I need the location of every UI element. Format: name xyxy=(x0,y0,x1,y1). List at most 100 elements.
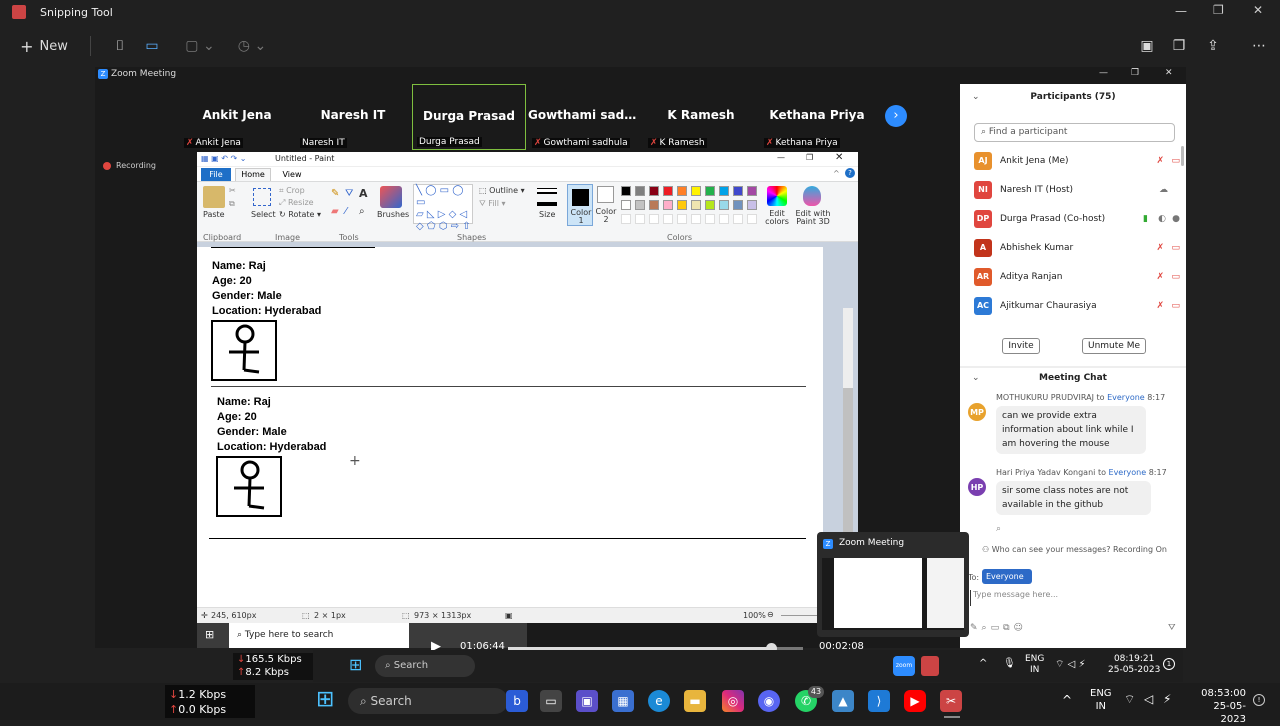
share-icon[interactable]: ⇪ xyxy=(1202,34,1224,58)
video-tile[interactable]: Ankit Jena ✗ Ankit Jena xyxy=(180,84,294,150)
color-swatch[interactable] xyxy=(733,186,743,196)
color-swatch[interactable] xyxy=(691,186,701,196)
unmute-me-button[interactable]: Unmute Me xyxy=(1082,338,1146,354)
ribbon-collapse-icon[interactable]: ^ xyxy=(833,169,840,178)
fill-icon[interactable]: ⛛ xyxy=(345,188,353,199)
edge-icon[interactable]: e xyxy=(648,690,670,712)
recorded-clock[interactable]: 08:19:21 25-05-2023 xyxy=(1108,654,1160,676)
color-swatch[interactable] xyxy=(621,200,631,210)
edit-colors-button[interactable]: Edit colors xyxy=(763,210,791,226)
paste-button[interactable]: Paste xyxy=(203,210,225,219)
paint-quick-access[interactable]: ▦ ▣ ↶ ↷ ⌄ xyxy=(201,154,246,163)
file-menu[interactable]: File xyxy=(201,168,231,181)
empty-color-swatch[interactable] xyxy=(705,214,715,224)
color-swatch[interactable] xyxy=(649,200,659,210)
system-tray-icons[interactable]: ⌔ ◁ ⚡ xyxy=(1055,658,1085,671)
camera-icon[interactable]: ⌷ xyxy=(108,34,132,58)
empty-color-swatch[interactable] xyxy=(719,214,729,224)
snipping-tool-app-icon[interactable]: ✂ xyxy=(940,690,962,712)
windows-start-icon[interactable]: ⊞ xyxy=(349,655,362,674)
video-tile[interactable]: Gowthami sadh... ✗ Gowthami sadhula xyxy=(528,84,642,150)
copy-icon[interactable]: ❐ xyxy=(1168,34,1190,58)
paint-canvas[interactable]: Name: Raj Age: 20 Gender: Male Location:… xyxy=(197,247,827,607)
widgets-icon[interactable]: b xyxy=(506,690,528,712)
color-swatch[interactable] xyxy=(677,186,687,196)
help-icon[interactable]: ? xyxy=(845,168,855,178)
save-icon[interactable]: ▣ xyxy=(1136,34,1158,58)
size-icon[interactable] xyxy=(537,188,557,206)
vscode-icon[interactable]: ⟩ xyxy=(868,690,890,712)
select-icon[interactable] xyxy=(253,188,271,206)
next-page-icon[interactable]: › xyxy=(885,105,907,127)
empty-color-swatch[interactable] xyxy=(747,214,757,224)
zoom-minimize-icon[interactable]: — xyxy=(1099,68,1108,78)
cut-icon[interactable]: ✂ xyxy=(229,186,236,195)
video-tile[interactable]: Durga Prasad Durga Prasad xyxy=(412,84,526,150)
color-swatch[interactable] xyxy=(677,200,687,210)
zoom-restore-icon[interactable]: ❐ xyxy=(1131,68,1139,78)
recorded-search-box[interactable]: ⌕ Search xyxy=(375,655,475,677)
recording-indicator[interactable]: Recording xyxy=(103,161,156,170)
zoom-close-icon[interactable]: ✕ xyxy=(1165,68,1173,78)
minimize-icon[interactable]: — xyxy=(1175,4,1187,18)
scrollbar-thumb[interactable] xyxy=(843,388,853,538)
instagram-icon[interactable]: ◎ xyxy=(722,690,744,712)
youtube-icon[interactable]: ▶ xyxy=(904,690,926,712)
copy-small-icon[interactable]: ⧉ xyxy=(229,199,235,209)
chat-toolbar-icons[interactable]: ✎⌕▭⧉☺ xyxy=(970,623,1027,633)
mic-icon[interactable]: 🎙 xyxy=(1003,658,1016,669)
video-icon[interactable]: ▭ xyxy=(140,34,164,58)
message-bubble[interactable]: sir some class notes are not available i… xyxy=(996,481,1151,515)
color-swatch[interactable] xyxy=(635,200,645,210)
system-clock[interactable]: 08:53:00 25-05-2023 xyxy=(1190,687,1246,726)
color-swatch[interactable] xyxy=(719,200,729,210)
new-button[interactable]: + New xyxy=(14,33,74,59)
notification-icon[interactable]: ! xyxy=(1253,694,1265,706)
taskbar-search-box[interactable]: ⌕ Search xyxy=(348,688,508,714)
empty-color-swatch[interactable] xyxy=(649,214,659,224)
chevron-up-icon[interactable]: ^ xyxy=(1062,693,1072,707)
video-tile[interactable]: Naresh IT Naresh IT xyxy=(296,84,410,150)
discord-icon[interactable]: ◉ xyxy=(758,690,780,712)
participant-row[interactable]: DP Durga Prasad (Co-host) ▮ ◐ ● xyxy=(960,204,1186,233)
color-swatch[interactable] xyxy=(663,186,673,196)
empty-color-swatch[interactable] xyxy=(733,214,743,224)
zoom-app-icon[interactable]: zoom xyxy=(893,656,915,676)
paint-maximize-icon[interactable]: ❐ xyxy=(806,153,813,162)
paint-minimize-icon[interactable]: — xyxy=(777,153,785,162)
volume-icon[interactable]: ◁ xyxy=(1144,692,1153,706)
zoom-slider[interactable] xyxy=(781,615,821,616)
notification-badge[interactable]: 1 xyxy=(1163,658,1175,670)
color-swatch[interactable] xyxy=(705,186,715,196)
message-bubble[interactable]: can we provide extra information about l… xyxy=(996,406,1146,454)
resize-button[interactable]: ⤢ Resize xyxy=(279,198,314,208)
zoom-out-icon[interactable]: ⊖ xyxy=(767,610,774,619)
store-icon[interactable]: ▦ xyxy=(612,690,634,712)
pencil-icon[interactable]: ✎ xyxy=(331,188,339,199)
participant-row[interactable]: AC Ajitkumar Chaurasiya ✗ ▭ xyxy=(960,291,1186,320)
shapes-gallery[interactable]: ╲ ◯ ▭ ◯ ▭ ▱ ◺ ▷ ◇ ◁ ◇ ⬠ ⬡ ⇨ ⇧ xyxy=(413,184,473,232)
recipient-dropdown[interactable]: Everyone ⌄ xyxy=(982,569,1032,596)
empty-color-swatch[interactable] xyxy=(663,214,673,224)
paint-close-icon[interactable]: ✕ xyxy=(835,152,843,163)
taskbar-search-box[interactable]: ⌕ Type here to search xyxy=(229,623,409,648)
color-swatch[interactable] xyxy=(635,186,645,196)
color-picker-icon[interactable]: ⁄ xyxy=(345,206,347,217)
delay-dropdown[interactable]: ◷ ⌄ xyxy=(232,34,272,58)
color1-button[interactable]: Color 1 xyxy=(567,184,593,226)
color-swatch[interactable] xyxy=(691,200,701,210)
color-swatch[interactable] xyxy=(747,186,757,196)
rotate-button[interactable]: ↻ Rotate ▾ xyxy=(279,210,321,219)
list-scrollbar[interactable] xyxy=(1181,146,1184,166)
color2-swatch[interactable] xyxy=(597,186,614,203)
snip-mode-dropdown[interactable]: ▢ ⌄ xyxy=(180,34,220,58)
participant-row[interactable]: NI Naresh IT (Host) ☁ xyxy=(960,175,1186,204)
language-indicator[interactable]: ENG IN xyxy=(1025,654,1044,676)
empty-color-swatch[interactable] xyxy=(621,214,631,224)
more-icon[interactable]: ⋯ xyxy=(1248,34,1270,58)
chat-message-input[interactable]: Type message here... xyxy=(970,590,1175,606)
file-explorer-icon[interactable]: ▬ xyxy=(684,690,706,712)
color-swatch[interactable] xyxy=(719,186,729,196)
empty-color-swatch[interactable] xyxy=(677,214,687,224)
edit-colors-icon[interactable] xyxy=(767,186,787,206)
